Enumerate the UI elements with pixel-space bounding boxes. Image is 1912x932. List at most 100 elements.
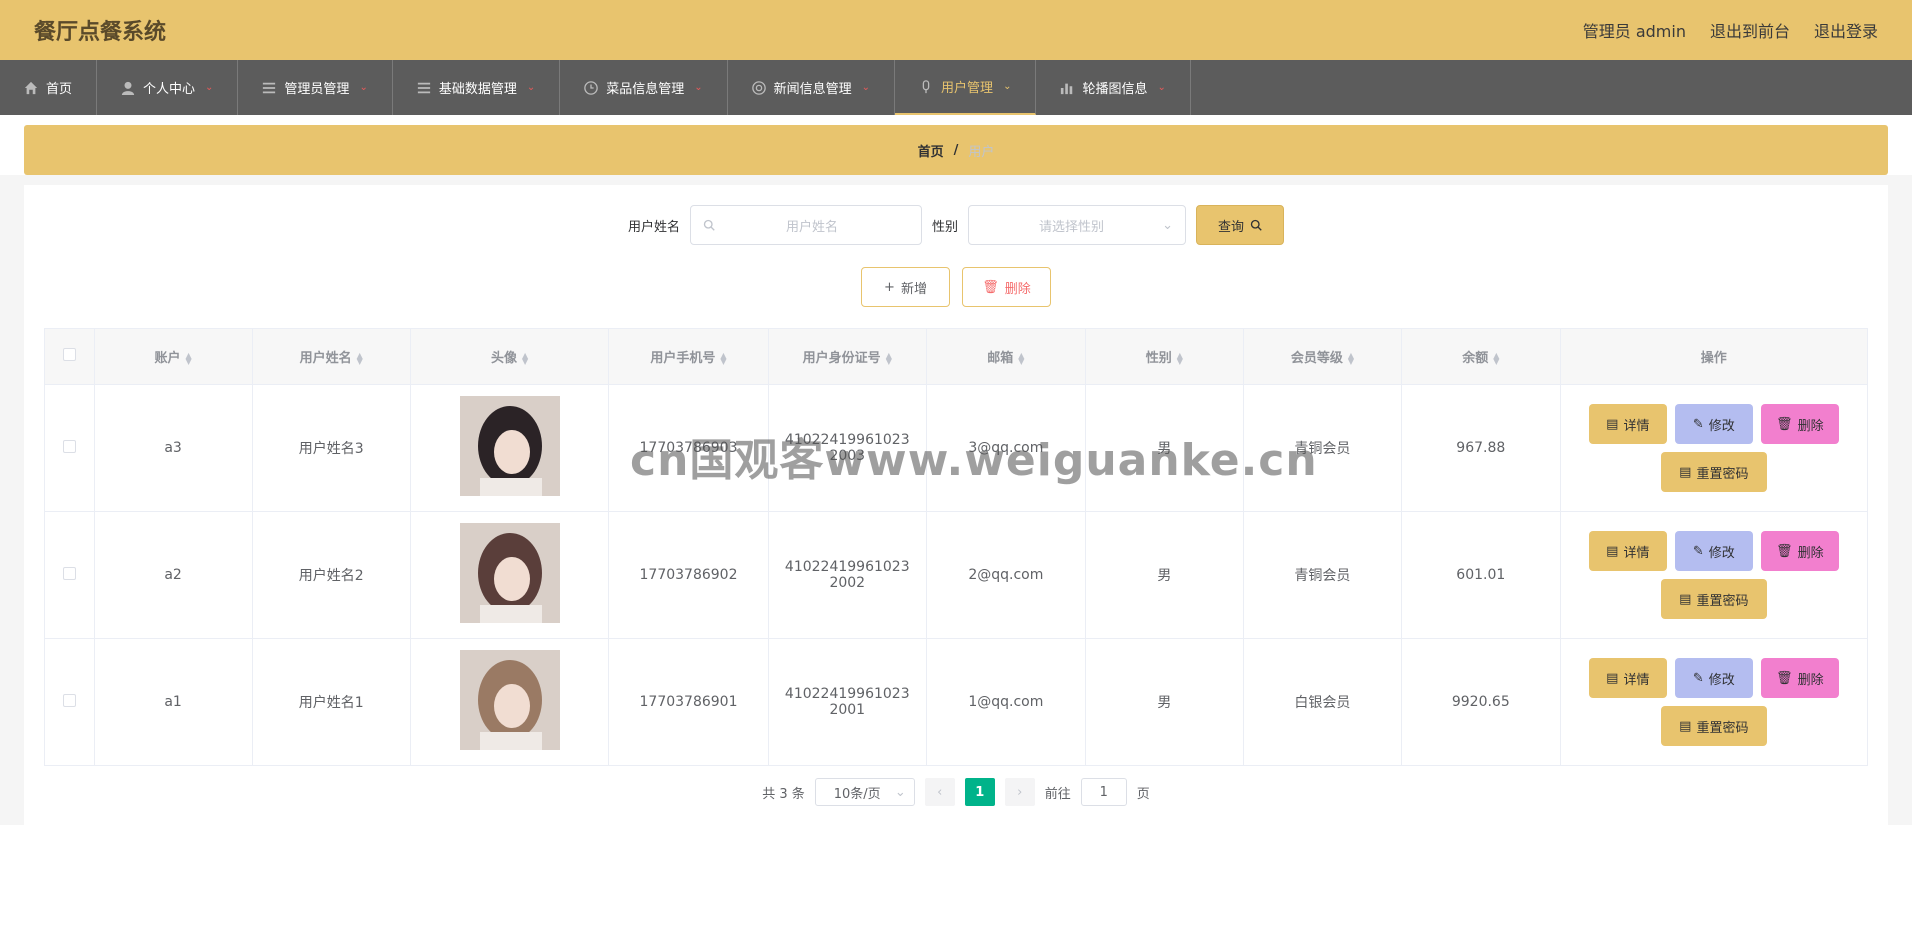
cell-level: 白银会员 (1242, 638, 1402, 766)
nav-item-carousel[interactable]: 轮播图信息 ⌄ (1036, 60, 1191, 115)
cell-avatar (409, 384, 610, 512)
row-checkbox[interactable] (62, 439, 76, 453)
cell-phone: 17703786901 (608, 638, 769, 766)
batch-delete-button[interactable]: 🗑 删除 (962, 267, 1051, 307)
col-id-card[interactable]: 用户身份证号 ▲ ▼ (767, 328, 927, 385)
nav-item-admin[interactable]: 管理员管理 ⌄ (238, 60, 393, 115)
sort-icon[interactable]: ▲ ▼ (1018, 351, 1024, 365)
avatar (459, 396, 560, 496)
nav-item-personal[interactable]: 个人中心 ⌄ (97, 60, 239, 115)
nav-item-dishes[interactable]: 菜品信息管理 ⌄ (560, 60, 728, 115)
name-search-input[interactable]: 用户姓名 (690, 205, 922, 245)
mic-icon (922, 79, 930, 93)
next-page-button[interactable]: › (1004, 778, 1035, 806)
query-button[interactable]: 查询 (1196, 205, 1285, 245)
col-account[interactable]: 账户 ▲ ▼ (93, 328, 253, 385)
col-avatar[interactable]: 头像 ▲ ▼ (409, 328, 610, 385)
query-button-label: 查询 (1218, 219, 1245, 235)
cell-actions: ▤ 详情 ✎ 修改 🗑 删除 ▤ 重置密码 (1559, 638, 1869, 766)
detail-button[interactable]: ▤ 详情 (1588, 404, 1667, 444)
document-icon: ▤ (1606, 670, 1619, 686)
nav-label: 基础数据管理 (438, 82, 517, 97)
nav-label: 个人中心 (143, 82, 196, 97)
col-level[interactable]: 会员等级 ▲ ▼ (1242, 328, 1402, 385)
chevron-down-icon: ⌄ (1003, 81, 1012, 92)
cell-actions: ▤ 详情 ✎ 修改 🗑 删除 ▤ 重置密码 (1559, 384, 1869, 512)
delete-button[interactable]: 🗑 删除 (1760, 658, 1839, 698)
pencil-icon: ✎ (1692, 416, 1704, 432)
breadcrumb-home[interactable]: 首页 (918, 141, 944, 160)
search-bar: 用户姓名 用户姓名 性别 请选择性别 ⌄ 查询 (0, 205, 1912, 245)
sort-icon[interactable]: ▲ ▼ (720, 351, 726, 365)
user-table: 账户 ▲ ▼ 用户姓名 ▲ ▼ 头像 ▲ ▼ 用户手机号 ▲ ▼ 用户身份证号 ▲ ▼ 邮箱 ▲ ▼ 性… (44, 328, 1869, 766)
gender-select[interactable]: 请选择性别 ⌄ (968, 205, 1187, 245)
sort-icon[interactable]: ▲ ▼ (886, 351, 892, 365)
nav-item-users[interactable]: 用户管理 ⌄ (895, 60, 1037, 115)
breadcrumb-separator: / (953, 142, 959, 158)
detail-button[interactable]: ▤ 详情 (1588, 531, 1667, 571)
sort-icon[interactable]: ▲ ▼ (357, 351, 363, 365)
row-checkbox[interactable] (62, 566, 76, 580)
row-select-cell (44, 511, 95, 639)
breadcrumb-current: 用户 (968, 144, 995, 160)
nav-item-news[interactable]: 新闻信息管理 ⌄ (728, 60, 896, 115)
nav-item-home[interactable]: 首页 (0, 60, 98, 115)
col-phone[interactable]: 用户手机号 ▲ ▼ (608, 328, 769, 385)
avatar (459, 523, 560, 623)
col-gender[interactable]: 性别 ▲ ▼ (1084, 328, 1244, 385)
cell-name: 用户姓名3 (251, 384, 411, 512)
cell-balance: 9920.65 (1400, 638, 1561, 766)
col-name[interactable]: 用户姓名 ▲ ▼ (251, 328, 411, 385)
pagination-total: 共 3 条 (762, 786, 805, 802)
prev-page-button[interactable]: ‹ (924, 778, 955, 806)
reset-password-button[interactable]: ▤ 重置密码 (1660, 452, 1767, 492)
add-button[interactable]: + 新增 (861, 267, 950, 307)
delete-button[interactable]: 🗑 删除 (1760, 531, 1839, 571)
reset-password-button[interactable]: ▤ 重置密码 (1660, 706, 1767, 746)
pencil-icon: ✎ (1692, 670, 1704, 686)
cell-email: 2@qq.com (925, 511, 1086, 639)
sort-icon[interactable]: ▲ ▼ (1348, 351, 1354, 365)
cell-account: a1 (93, 638, 253, 766)
gender-label: 性别 (932, 219, 959, 235)
exit-to-front-link[interactable]: 退出到前台 (1710, 18, 1790, 42)
plus-icon: + (884, 279, 895, 295)
detail-button[interactable]: ▤ 详情 (1588, 658, 1667, 698)
page-size-select[interactable]: 10条/页 ⌄ (814, 778, 915, 806)
nav-label: 菜品信息管理 (606, 82, 685, 97)
sort-icon[interactable]: ▲ ▼ (186, 351, 192, 365)
cell-account: a2 (93, 511, 253, 639)
trash-icon: 🗑 (1776, 670, 1793, 686)
logout-link[interactable]: 退出登录 (1814, 18, 1878, 42)
cell-name: 用户姓名2 (251, 511, 411, 639)
page-number-current[interactable]: 1 (964, 778, 995, 806)
col-balance[interactable]: 余额 ▲ ▼ (1400, 328, 1561, 385)
select-all-cell (44, 328, 95, 385)
batch-delete-label: 删除 (1004, 281, 1031, 297)
edit-button[interactable]: ✎ 修改 (1674, 531, 1753, 571)
sort-icon[interactable]: ▲ ▼ (1177, 351, 1183, 365)
home-icon (24, 81, 38, 94)
edit-button[interactable]: ✎ 修改 (1674, 658, 1753, 698)
search-icon (703, 219, 715, 231)
document-icon: ▤ (1606, 543, 1619, 559)
chevron-down-icon: ⌄ (861, 82, 871, 93)
sort-icon[interactable]: ▲ ▼ (522, 351, 528, 365)
admin-user-label: 管理员 admin (1582, 22, 1686, 41)
goto-page-input[interactable]: 1 (1080, 778, 1127, 806)
nav-item-basic-data[interactable]: 基础数据管理 ⌄ (393, 60, 561, 115)
chevron-down-icon: ⌄ (894, 784, 906, 800)
table-row: a1 用户姓名1 17703786901 410224199610232001 1@qq… (44, 638, 1869, 766)
select-all-checkbox[interactable] (62, 348, 76, 361)
sort-icon[interactable]: ▲ ▼ (1493, 351, 1499, 365)
row-select-cell (44, 638, 95, 766)
reset-password-button[interactable]: ▤ 重置密码 (1660, 579, 1767, 619)
row-checkbox[interactable] (62, 693, 76, 707)
cell-account: a3 (93, 384, 253, 512)
document-icon: ▤ (1679, 718, 1692, 734)
edit-button[interactable]: ✎ 修改 (1674, 404, 1753, 444)
table-row: a2 用户姓名2 17703786902 410224199610232002 2@qq… (44, 511, 1869, 639)
col-email[interactable]: 邮箱 ▲ ▼ (925, 328, 1086, 385)
cell-name: 用户姓名1 (251, 638, 411, 766)
delete-button[interactable]: 🗑 删除 (1760, 404, 1839, 444)
